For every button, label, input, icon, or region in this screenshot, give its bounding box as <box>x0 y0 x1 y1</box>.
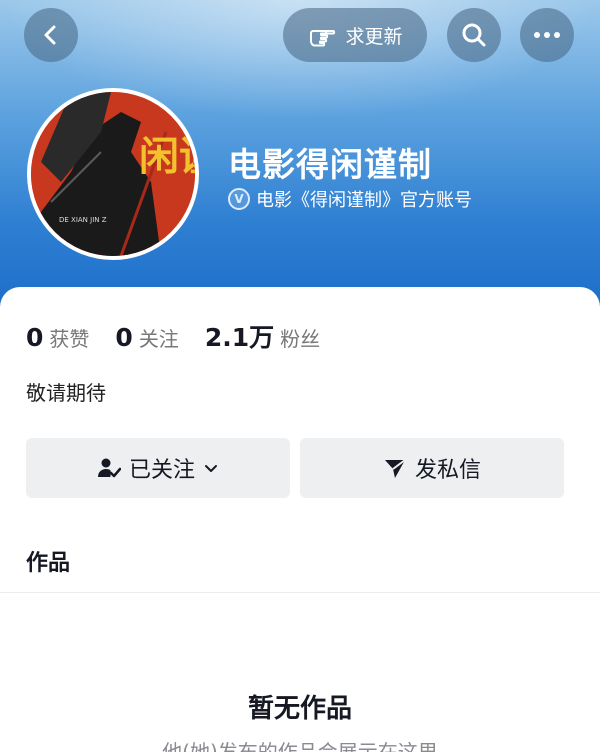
profile-header: 求更新 闲谨 DE XIAN JIN Z 电影得闲谨制 V 电影《得闲谨制》官方… <box>0 0 600 320</box>
avatar[interactable]: 闲谨 DE XIAN JIN Z <box>27 88 199 260</box>
hand-pointing-icon <box>310 30 336 47</box>
profile-card <box>0 287 600 752</box>
divider <box>0 592 600 593</box>
poster-caption: DE XIAN JIN Z <box>59 216 107 224</box>
search-button[interactable] <box>447 8 501 62</box>
stats-row: 0 获赞 0 关注 2.1万 粉丝 <box>26 318 346 354</box>
stat-value: 0 <box>26 323 44 352</box>
followed-button[interactable]: 已关注 <box>26 438 290 498</box>
stat-label: 获赞 <box>49 327 90 351</box>
chevron-left-icon <box>44 25 56 45</box>
back-button[interactable] <box>24 8 78 62</box>
poster-letter-1: 闲谨 <box>139 133 195 180</box>
stat-following[interactable]: 0 关注 <box>115 323 178 352</box>
works-tab[interactable]: 作品 <box>26 545 70 577</box>
request-update-label: 求更新 <box>345 25 403 48</box>
stat-label: 粉丝 <box>280 327 321 351</box>
more-button[interactable] <box>520 8 574 62</box>
verified-description: 电影《得闲谨制》官方账号 <box>256 190 472 211</box>
more-dots-icon <box>534 32 560 38</box>
stat-likes[interactable]: 0 获赞 <box>26 323 89 352</box>
stat-value: 0 <box>115 323 133 352</box>
request-update-button[interactable]: 求更新 <box>283 8 427 62</box>
stat-value: 2.1万 <box>204 323 275 352</box>
stat-label: 关注 <box>138 327 179 351</box>
paper-plane-icon <box>384 459 406 478</box>
send-message-label: 发私信 <box>414 458 481 483</box>
followed-label: 已关注 <box>128 458 195 483</box>
stat-followers[interactable]: 2.1万 粉丝 <box>205 318 320 354</box>
search-icon <box>462 23 486 47</box>
movie-poster-image: 闲谨 DE XIAN JIN Z <box>31 92 195 256</box>
verified-badge-icon: V <box>228 188 250 210</box>
profile-bio: 敬请期待 <box>26 381 106 405</box>
send-message-button[interactable]: 发私信 <box>300 438 564 498</box>
profile-name: 电影得闲谨制 <box>228 145 432 184</box>
empty-works-title: 暂无作品 <box>247 694 352 724</box>
chevron-down-icon <box>205 465 217 472</box>
empty-works-subtitle: 他(她)发布的作品会展示在这里 <box>162 740 438 752</box>
verification-row: V 电影《得闲谨制》官方账号 <box>228 186 472 212</box>
user-check-icon <box>97 458 121 478</box>
